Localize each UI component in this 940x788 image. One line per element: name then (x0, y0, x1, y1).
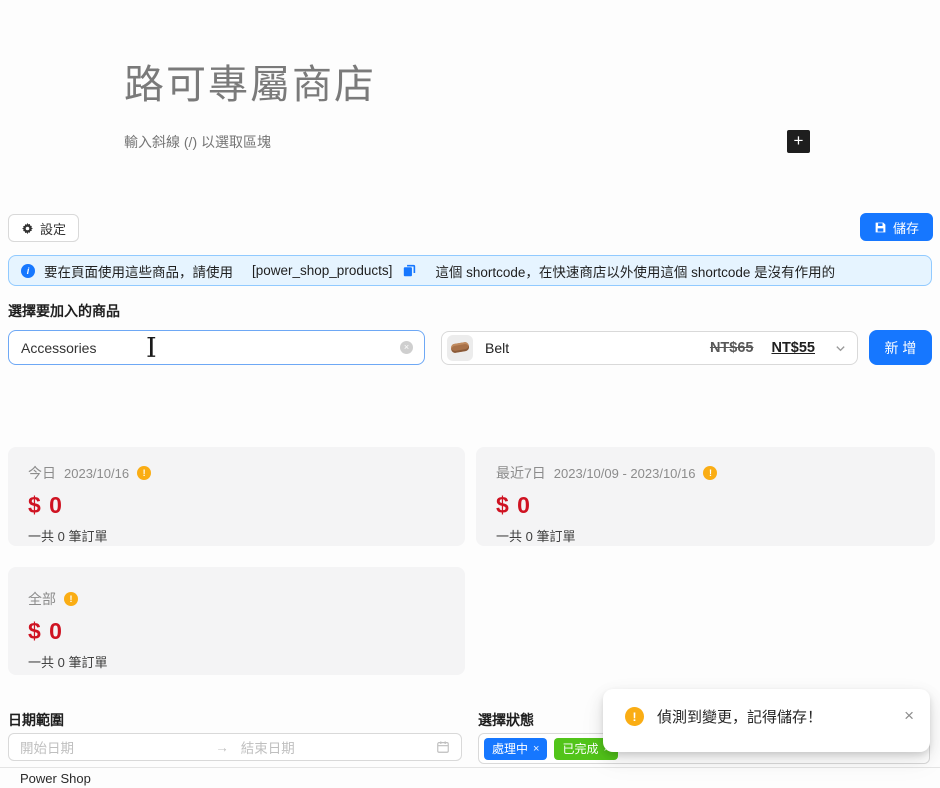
warning-icon: ! (137, 466, 151, 480)
product-thumbnail (447, 335, 473, 361)
chevron-down-icon (835, 343, 846, 354)
block-editor-page: 路可專屬商店 輸入斜線 (/) 以選取區塊 + 設定 儲存 i 要在頁面使用這些… (0, 0, 940, 788)
stat-orders: 一共 0 筆訂單 (28, 652, 445, 671)
breadcrumb-brand[interactable]: Power Shop (20, 771, 91, 786)
status-label: 選擇狀態 (478, 710, 534, 730)
plus-icon: + (794, 131, 804, 150)
stat-amount: $ 0 (28, 492, 445, 519)
stat-title: 全部 (28, 589, 56, 609)
stat-date-range: 2023/10/09 - 2023/10/16 (554, 466, 696, 481)
stat-date-range: 2023/10/16 (64, 466, 129, 481)
status-tag-label: 已完成 (562, 740, 598, 757)
product-search-input[interactable] (8, 330, 425, 365)
stat-card-today: 今日 2023/10/16 ! $ 0 一共 0 筆訂單 (8, 447, 465, 546)
settings-button-label: 設定 (40, 219, 66, 238)
date-range-picker[interactable]: 開始日期 → 結束日期 (8, 733, 462, 761)
page-title[interactable]: 路可專屬商店 (124, 52, 376, 110)
warning-icon: ! (703, 466, 717, 480)
end-date-placeholder[interactable]: 結束日期 (241, 737, 436, 757)
product-select[interactable]: Belt NT$65 NT$55 (441, 331, 858, 365)
belt-image (450, 342, 469, 354)
footer-divider (0, 767, 940, 768)
warning-icon: ! (625, 707, 644, 726)
date-range-label: 日期範圍 (8, 710, 64, 730)
stat-amount: $ 0 (496, 492, 915, 519)
stat-card-last7days: 最近7日 2023/10/09 - 2023/10/16 ! $ 0 一共 0 … (476, 447, 935, 546)
product-regular-price: NT$65 (710, 340, 754, 356)
save-button-label: 儲存 (893, 218, 919, 237)
block-inserter-button[interactable]: + (787, 130, 810, 153)
product-search-wrap: I × (8, 330, 425, 365)
save-icon (874, 221, 887, 234)
status-tag-processing[interactable]: 處理中 × (484, 738, 547, 760)
banner-text-before: 要在頁面使用這些商品，請使用 (44, 261, 233, 281)
save-button[interactable]: 儲存 (860, 213, 933, 241)
settings-button[interactable]: 設定 (8, 214, 79, 242)
stat-amount: $ 0 (28, 618, 445, 645)
warning-icon: ! (64, 592, 78, 606)
shortcode-info-banner: i 要在頁面使用這些商品，請使用 [power_shop_products] 這… (8, 255, 932, 286)
gear-icon (21, 222, 34, 235)
add-product-button-label: 新 增 (885, 338, 917, 358)
close-icon[interactable]: × (904, 706, 914, 725)
stat-orders: 一共 0 筆訂單 (496, 526, 915, 545)
info-icon: i (21, 264, 35, 278)
add-product-button[interactable]: 新 增 (869, 330, 932, 365)
calendar-icon (436, 740, 450, 754)
status-tag-label: 處理中 (492, 740, 528, 757)
stat-title: 今日 (28, 463, 56, 483)
product-name: Belt (485, 340, 698, 356)
copy-icon[interactable] (403, 264, 416, 277)
shortcode-text: [power_shop_products] (252, 263, 392, 278)
remove-tag-icon[interactable]: × (533, 743, 539, 755)
stat-card-all: 全部 ! $ 0 一共 0 筆訂單 (8, 567, 465, 675)
toast-message: 偵測到變更，記得儲存！ (657, 706, 891, 727)
stat-orders: 一共 0 筆訂單 (28, 526, 445, 545)
banner-text-after: 這個 shortcode，在快速商店以外使用這個 shortcode 是沒有作用… (435, 261, 835, 281)
product-sale-price: NT$55 (771, 340, 815, 356)
product-picker-label: 選擇要加入的商品 (8, 301, 120, 321)
paragraph-placeholder[interactable]: 輸入斜線 (/) 以選取區塊 (124, 132, 271, 152)
stat-title: 最近7日 (496, 463, 546, 483)
start-date-placeholder[interactable]: 開始日期 (20, 737, 215, 757)
range-arrow-icon: → (215, 740, 229, 755)
unsaved-changes-toast: ! 偵測到變更，記得儲存！ × (603, 689, 930, 752)
clear-input-icon[interactable]: × (400, 341, 413, 354)
